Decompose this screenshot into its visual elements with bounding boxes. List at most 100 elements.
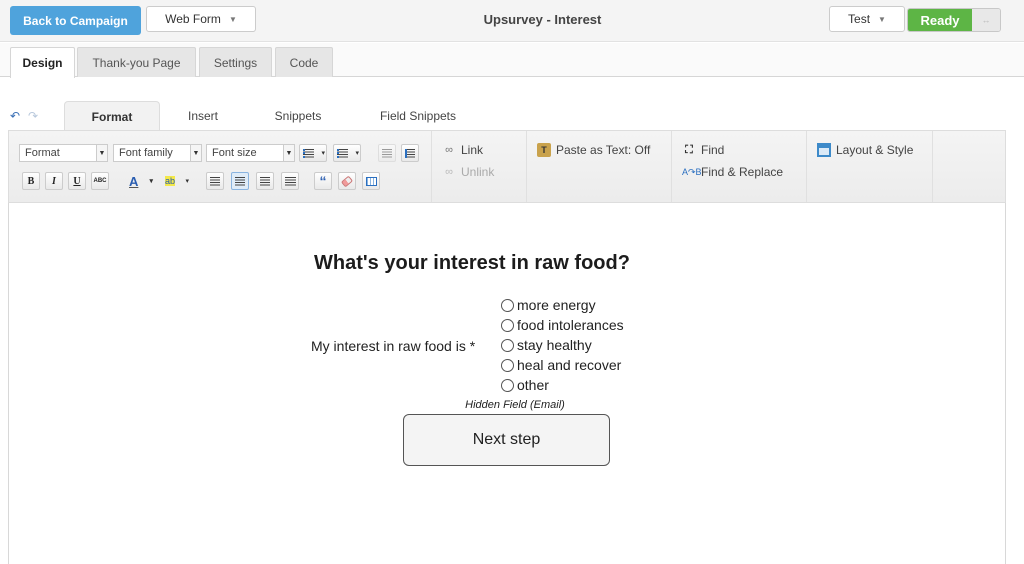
align-center-button[interactable] — [231, 172, 249, 190]
text-format-group: Format ▼ Font family ▼ Font size ▼ B I U AB… — [9, 131, 432, 202]
find-label: Find — [701, 143, 725, 157]
radio-button[interactable] — [501, 298, 514, 312]
radio-option[interactable]: food intolerances — [501, 317, 624, 333]
bullet-list-button[interactable] — [299, 144, 327, 162]
italic-button[interactable]: I — [45, 172, 63, 190]
next-step-button[interactable]: Next step — [403, 414, 610, 466]
radio-button[interactable] — [501, 318, 514, 332]
undo-icon[interactable]: ↶ — [10, 109, 20, 123]
find-button[interactable]: ⛶ Find — [682, 143, 724, 157]
radio-option[interactable]: other — [501, 377, 549, 393]
numbered-list-button[interactable] — [333, 144, 361, 162]
editor-tab-snippets[interactable]: Snippets — [255, 101, 341, 131]
font-color-button[interactable]: A — [126, 172, 154, 190]
editor-tab-insert[interactable]: Insert — [170, 101, 236, 131]
find-replace-label: Find & Replace — [701, 165, 784, 179]
layout-style-label: Layout & Style — [836, 143, 914, 157]
font-size-dropdown[interactable]: Font size ▼ — [206, 144, 295, 162]
status-ready-label[interactable]: Ready — [908, 9, 972, 31]
toggle-arrows-icon[interactable]: ↔ — [972, 9, 1000, 31]
binoculars-icon: ⛶ — [685, 144, 693, 156]
font-family-dropdown[interactable]: Font family ▼ — [113, 144, 202, 162]
radio-option[interactable]: more energy — [501, 297, 596, 313]
option-label: other — [517, 377, 549, 393]
radio-option[interactable]: stay healthy — [501, 337, 592, 353]
remove-format-button[interactable] — [338, 172, 356, 190]
align-right-button[interactable] — [256, 172, 274, 190]
chevron-down-icon: ▼ — [190, 145, 201, 161]
justify-button[interactable] — [281, 172, 299, 190]
clipboard-icon: T — [537, 143, 551, 157]
layout-style-button[interactable]: Layout & Style — [817, 143, 913, 157]
indent-button[interactable] — [401, 144, 419, 162]
numbered-list-icon — [337, 148, 348, 158]
find-replace-icon: A↷B — [682, 167, 702, 177]
find-replace-button[interactable]: A↷B Find & Replace — [682, 165, 783, 179]
form-type-dropdown[interactable]: Web Form ▼ — [146, 6, 256, 32]
test-dropdown[interactable]: Test ▼ — [829, 6, 905, 32]
option-label: stay healthy — [517, 337, 592, 353]
align-right-icon — [260, 176, 270, 186]
font-family-label: Font family — [119, 147, 173, 159]
tab-design[interactable]: Design — [10, 47, 75, 78]
format-dropdown[interactable]: Format ▼ — [19, 144, 108, 162]
underline-button[interactable]: U — [68, 172, 86, 190]
editor-tab-format[interactable]: Format — [64, 101, 160, 132]
back-to-campaign-button[interactable]: Back to Campaign — [10, 6, 141, 35]
format-dropdown-label: Format — [25, 147, 60, 159]
insert-table-button[interactable] — [362, 172, 380, 190]
outdent-button[interactable] — [378, 144, 396, 162]
strikethrough-button[interactable]: ABC — [91, 172, 109, 190]
tab-thank-you-page[interactable]: Thank-you Page — [77, 47, 196, 77]
option-label: heal and recover — [517, 357, 622, 373]
link-icon: ∞ — [445, 144, 453, 156]
bold-button[interactable]: B — [22, 172, 40, 190]
outdent-icon — [382, 148, 392, 158]
chevron-down-icon: ▼ — [228, 14, 237, 24]
paste-as-text-button[interactable]: T Paste as Text: Off — [537, 143, 650, 157]
option-label: food intolerances — [517, 317, 624, 333]
status-toggle[interactable]: Ready ↔ — [907, 8, 1001, 32]
align-center-icon — [235, 176, 245, 186]
radio-button[interactable] — [501, 378, 514, 392]
format-toolbar: Format ▼ Font family ▼ Font size ▼ B I U AB… — [8, 130, 1006, 203]
tab-code[interactable]: Code — [275, 47, 333, 77]
paste-label: Paste as Text: Off — [556, 143, 651, 157]
link-group: ∞ Link ∞ Unlink — [432, 131, 527, 202]
table-icon — [365, 176, 377, 186]
bullet-list-icon — [303, 148, 314, 158]
hidden-field-email: Hidden Field (Email) — [465, 399, 565, 411]
layout-icon — [817, 143, 831, 157]
option-label: more energy — [517, 297, 596, 313]
redo-icon[interactable]: ↷ — [28, 109, 38, 123]
editor-tab-field-snippets[interactable]: Field Snippets — [365, 101, 471, 131]
radio-option[interactable]: heal and recover — [501, 357, 621, 373]
highlight-color-button[interactable]: ab — [162, 172, 190, 190]
form-type-label: Web Form — [165, 12, 221, 26]
radio-button[interactable] — [501, 358, 514, 372]
page-title: Upsurvey - Interest — [483, 12, 602, 27]
chevron-down-icon: ▼ — [878, 14, 886, 24]
eraser-icon — [340, 175, 354, 187]
align-left-icon — [210, 176, 220, 186]
highlight-icon: ab — [165, 176, 176, 186]
link-button[interactable]: ∞ Link — [442, 143, 483, 157]
main-tabs: Design Thank-you Page Settings Code — [0, 43, 1024, 78]
test-label: Test — [848, 12, 871, 26]
layout-group: Layout & Style — [807, 131, 933, 202]
chevron-down-icon: ▼ — [96, 145, 107, 161]
font-size-label: Font size — [212, 147, 257, 159]
link-label: Link — [461, 143, 484, 157]
question-heading: What's your interest in raw food? — [314, 252, 630, 274]
blockquote-button[interactable]: “ — [314, 172, 332, 190]
indent-icon — [405, 148, 415, 158]
find-group: ⛶ Find A↷B Find & Replace — [672, 131, 807, 202]
tab-settings[interactable]: Settings — [199, 47, 272, 77]
unlink-button[interactable]: ∞ Unlink — [442, 165, 494, 179]
unlink-icon: ∞ — [445, 166, 453, 178]
chevron-down-icon: ▼ — [283, 145, 294, 161]
field-label: My interest in raw food is * — [311, 338, 476, 354]
align-left-button[interactable] — [206, 172, 224, 190]
radio-button[interactable] — [501, 338, 514, 352]
paste-group: T Paste as Text: Off — [527, 131, 672, 202]
